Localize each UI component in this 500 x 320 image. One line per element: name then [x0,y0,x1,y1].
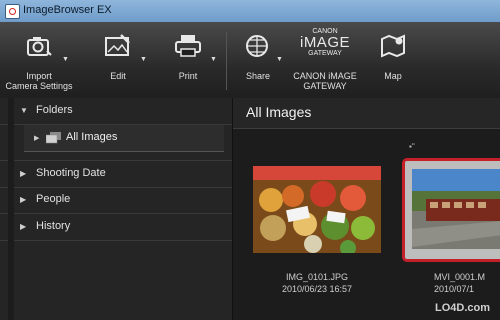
camera-icon [27,37,52,56]
page-title: All Images [246,104,312,120]
share-button[interactable]: Share ▼ [232,22,284,98]
map-button[interactable]: Map [368,22,418,98]
chevron-down-icon[interactable]: ▼ [62,56,69,63]
edit-button[interactable]: Edit ▼ [90,22,147,98]
toolbar-divider [226,32,227,90]
print-label: Print [178,71,198,81]
edit-image-icon [105,34,130,56]
toolbar: Import Camera Settings ▼ Edit ▼ Print ▼ … [0,22,500,99]
folders-panel: ▼ Folders ▶ All Images ▶ Shooting Date ▶… [0,98,233,320]
train-photo-thumbnail [412,169,500,249]
chevron-down-icon[interactable]: ▼ [140,56,147,63]
map-icon [381,34,405,58]
folders-section-header[interactable]: ▼ Folders [0,98,232,125]
thumbnail-caption: MVI_0001.M 2010/07/1 [434,271,500,295]
sidebar-item-shooting-date[interactable]: ▶ Shooting Date [0,160,232,188]
printer-icon [175,35,201,57]
collapsed-triangle-icon: ▶ [20,195,27,204]
sidebar-item-people[interactable]: ▶ People [0,187,232,214]
edit-label: Edit [110,71,126,81]
sidebar-item-history[interactable]: ▶ History [0,214,232,241]
file-date: 2010/07/1 [434,284,475,294]
all-images-label: All Images [66,131,118,143]
chevron-down-icon[interactable]: ▼ [210,56,217,63]
thumbnail-caption: IMG_0101.JPG 2010/06/23 16:57 [253,271,381,295]
main-header: All Images [233,98,500,129]
watermark-logo: LO4D.com [434,302,490,314]
map-label: Map [384,71,402,81]
expanded-triangle-icon: ▼ [20,106,28,115]
gateway-label: GATEWAY [303,81,347,91]
canon-image-gateway-logo: CANON iMAGE GATEWAY [299,28,350,57]
market-photo-thumbnail [253,166,381,256]
movie-indicator-icon: ▪ʺ [409,142,415,151]
camera-settings-label: Camera Settings [5,81,73,91]
chevron-down-icon[interactable]: ▼ [276,56,283,63]
folder-stack-icon [46,132,61,144]
file-name: MVI_0001.M [434,272,486,282]
sidebar-item-all-images[interactable]: ▶ All Images [0,125,232,152]
file-date: 2010/06/23 16:57 [281,284,353,294]
image-grid-area: All Images ▪ʺ IMG_0101.JPG 2010/06/23 16… [233,98,500,320]
sidebar-scrollbar[interactable] [8,98,14,320]
collapsed-triangle-icon: ▶ [20,222,27,231]
file-name: IMG_0101.JPG [285,272,349,282]
print-button[interactable]: Print ▼ [160,22,217,98]
globe-icon [246,35,268,57]
title-bar: ImageBrowser EX [0,0,500,22]
app-icon [5,4,20,19]
canon-image-label: CANON iMAGE [293,71,357,81]
collapsed-triangle-icon: ▶ [20,169,27,178]
selected-thumbnail-item[interactable] [402,158,500,262]
thumbnail-item[interactable] [253,166,381,261]
collapsed-triangle-icon: ▶ [34,135,40,142]
canon-image-gateway-button[interactable]: CANON iMAGE GATEWAY CANON iMAGE GATEWAY [288,22,362,98]
import-label: Import [26,71,52,81]
share-label: Share [245,71,271,81]
import-button[interactable]: Import Camera Settings ▼ [4,22,74,98]
window-title: ImageBrowser EX [23,4,112,16]
